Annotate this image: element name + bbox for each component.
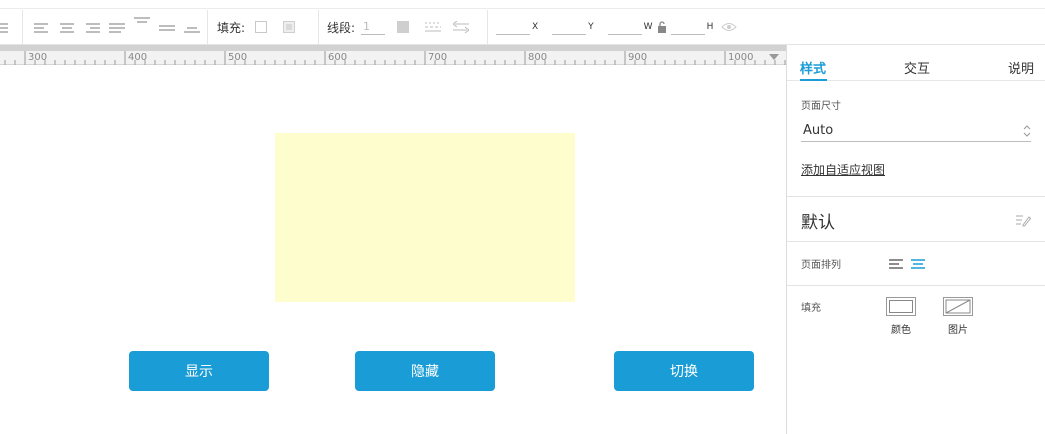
horizontal-ruler: 300 400 500 600 700 800 900 1000	[0, 45, 786, 65]
geometry-group: X Y W H	[496, 10, 738, 44]
ruler-ticks	[4, 51, 786, 65]
ruler-label-800: 800	[528, 52, 548, 63]
ruler-label-400: 400	[128, 52, 148, 63]
align-group	[34, 10, 209, 44]
align-middle-icon[interactable]	[159, 21, 175, 33]
page-size-label: 页面尺寸	[801, 101, 841, 112]
fill-shadow-checkbox[interactable]	[283, 21, 296, 33]
ruler-label-300: 300	[28, 52, 48, 63]
section-divider	[787, 196, 1045, 197]
fill-label: 填充:	[217, 20, 246, 35]
page-align-left-icon[interactable]	[889, 259, 903, 269]
visibility-icon[interactable]	[721, 22, 738, 32]
spinner-arrows-icon	[1023, 125, 1031, 137]
stroke-pattern-icon[interactable]	[425, 21, 442, 33]
x-input[interactable]	[496, 19, 530, 35]
lock-icon[interactable]	[657, 21, 667, 33]
page-align-label: 页面排列	[801, 260, 841, 271]
align-center-icon[interactable]	[59, 21, 75, 33]
ruler-label-900: 900	[628, 52, 648, 63]
fill-group: 填充:	[217, 10, 296, 44]
tab-interaction[interactable]: 交互	[904, 58, 930, 77]
fill-color-caption: 颜色	[891, 325, 911, 336]
distribute-group	[0, 10, 17, 44]
stroke-color-swatch[interactable]	[397, 21, 410, 33]
w-input[interactable]	[607, 19, 642, 35]
fill-none-checkbox[interactable]	[255, 21, 268, 33]
default-style-title: 默认	[801, 213, 835, 233]
fill-section-label: 填充	[801, 303, 821, 314]
edit-style-icon[interactable]	[1015, 213, 1031, 227]
ruler-label-1000: 1000	[728, 52, 754, 63]
ruler-dropdown-icon[interactable]	[769, 54, 779, 60]
section-divider	[787, 285, 1045, 286]
add-adaptive-view-link[interactable]: 添加自适应视图	[801, 161, 885, 178]
toggle-button[interactable]: 切换	[614, 351, 754, 391]
stroke-label: 线段:	[327, 20, 356, 35]
align-right-icon[interactable]	[84, 21, 100, 33]
stroke-width-input[interactable]: 1	[361, 19, 386, 35]
w-label: W	[643, 22, 653, 32]
design-canvas[interactable]: 显示 隐藏 切换	[0, 66, 786, 434]
h-label: H	[706, 22, 714, 32]
h-input[interactable]	[670, 19, 705, 35]
align-left-icon[interactable]	[34, 21, 50, 33]
section-divider	[787, 241, 1045, 242]
arrow-style-icon[interactable]	[453, 21, 470, 33]
page-align-center-icon[interactable]	[911, 259, 925, 269]
inspector-panel: 样式 交互 说明 页面尺寸 Auto 添加自适应视图 默认 页面排列 填充 颜色…	[786, 45, 1045, 434]
align-justify-icon[interactable]	[109, 21, 125, 33]
page-size-select[interactable]: Auto	[801, 122, 1031, 142]
hide-button[interactable]: 隐藏	[355, 351, 495, 391]
align-top-icon[interactable]	[134, 17, 150, 29]
align-bottom-icon[interactable]	[184, 25, 200, 37]
active-tab-indicator	[800, 79, 827, 81]
inspector-tabs: 样式 交互 说明	[787, 45, 1045, 81]
tab-style[interactable]: 样式	[800, 58, 826, 77]
show-button[interactable]: 显示	[129, 351, 269, 391]
page-size-value: Auto	[803, 123, 834, 138]
y-input[interactable]	[552, 19, 587, 35]
ruler-label-500: 500	[228, 52, 248, 63]
toolbar-top-strip	[0, 0, 1045, 9]
ruler-label-600: 600	[328, 52, 348, 63]
ruler-label-700: 700	[428, 52, 448, 63]
tab-notes[interactable]: 说明	[1008, 58, 1034, 77]
fill-image-swatch[interactable]	[943, 297, 973, 316]
fill-image-caption: 图片	[948, 325, 968, 336]
fill-color-swatch[interactable]	[886, 297, 916, 316]
x-label: X	[532, 22, 539, 32]
distribute-icon[interactable]	[0, 21, 8, 33]
stroke-group: 线段: 1	[327, 10, 470, 44]
y-label: Y	[588, 22, 594, 32]
toolbar: 填充: 线段: 1 X Y W H	[0, 0, 1045, 45]
yellow-box-shape[interactable]	[275, 133, 575, 302]
